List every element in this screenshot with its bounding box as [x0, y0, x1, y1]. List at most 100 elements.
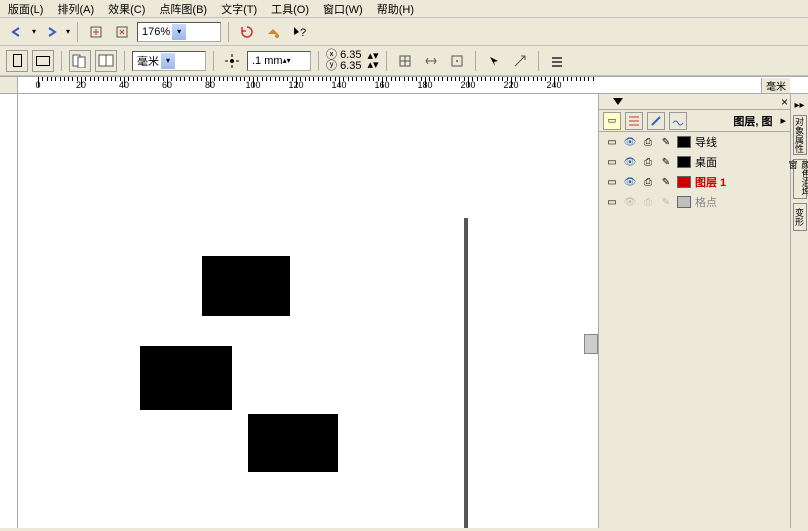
svg-text:?: ?	[300, 27, 306, 39]
unit-value: 毫米	[137, 53, 159, 69]
layer-edit-icon[interactable]	[647, 112, 665, 130]
options-button[interactable]	[546, 50, 568, 72]
fill-button[interactable]	[262, 21, 284, 43]
arrow-icon[interactable]	[483, 50, 505, 72]
layer-list: ▭👁⎙✎导线▭👁⎙✎桌面▭👁⎙✎图层 1▭👁⎙✎格点	[599, 132, 790, 212]
property-bar: 毫米 ▾ .1 mm ▴▾ ⓧ 6.35 ⓨ 6.35 ▴▾▴▾	[0, 46, 808, 76]
page	[18, 214, 464, 528]
canvas[interactable]	[18, 94, 598, 528]
portrait-button[interactable]	[6, 50, 28, 72]
zoom-value: 176%	[142, 26, 170, 38]
snap-guide-icon[interactable]	[420, 50, 442, 72]
export-button[interactable]	[111, 21, 133, 43]
flyout-arrow-icon[interactable]	[613, 98, 623, 105]
menu-bitmap[interactable]: 点阵图(B)	[159, 1, 207, 17]
menu-window[interactable]: 窗口(W)	[323, 1, 363, 17]
menubar: 版面(L) 排列(A) 效果(C) 点阵图(B) 文字(T) 工具(O) 窗口(…	[0, 0, 808, 18]
zoom-combo[interactable]: 176% ▾	[137, 22, 221, 42]
dup-spinners[interactable]: ▴▾▴▾	[367, 52, 378, 70]
eye-icon[interactable]: 👁	[623, 155, 637, 169]
rail-flyout-icon[interactable]: ▸▸	[794, 100, 804, 111]
menu-help[interactable]: 帮助(H)	[377, 1, 414, 17]
layer-color-swatch	[677, 136, 691, 148]
rectangle-shape[interactable]	[140, 346, 232, 410]
eye-icon[interactable]: 👁	[623, 195, 637, 209]
panel-strip: ×	[599, 94, 790, 110]
pages-icon[interactable]	[69, 50, 91, 72]
undo-dropdown-icon[interactable]: ▾	[32, 28, 36, 36]
print-icon[interactable]: ⎙	[641, 135, 655, 149]
refresh-button[interactable]	[236, 21, 258, 43]
pages-all-icon[interactable]	[95, 50, 117, 72]
horizontal-ruler-strip: 毫米 020406080100120140160180200220240	[0, 76, 808, 94]
dockers: × ▭ 图层, 图 ▸ ▭👁⎙✎导线▭👁⎙✎桌面▭👁⎙✎图层 1▭👁⎙✎格点 ▸…	[598, 94, 808, 528]
nudge-icon	[221, 50, 243, 72]
page-icon: ▭	[605, 175, 619, 189]
chevron-down-icon[interactable]: ▾	[161, 53, 175, 69]
panel-menu-icon[interactable]: ▸	[780, 114, 786, 127]
redo-button[interactable]	[40, 21, 62, 43]
layer-view-normal[interactable]: ▭	[603, 112, 621, 130]
panel-title: 图层, 图	[733, 113, 772, 129]
snap-grid-icon[interactable]	[394, 50, 416, 72]
layer-view-list[interactable]	[625, 112, 643, 130]
right-rail: ▸▸ 对象属性 颜色泊坞窗 变形	[790, 94, 808, 528]
ruler-unit-label: 毫米	[761, 78, 790, 93]
eye-icon[interactable]: 👁	[623, 135, 637, 149]
menu-text[interactable]: 文字(T)	[221, 1, 257, 17]
layer-color-swatch	[677, 156, 691, 168]
import-button[interactable]	[85, 21, 107, 43]
standard-toolbar: ▾ ▾ 176% ▾ ?	[0, 18, 808, 46]
help-button[interactable]: ?	[288, 21, 310, 43]
print-icon[interactable]: ⎙	[641, 155, 655, 169]
layer-row[interactable]: ▭ 👁 ⎙ ✎ 桌面	[599, 152, 790, 172]
pencil-icon[interactable]: ✎	[659, 195, 673, 209]
rail-tab-color[interactable]: 颜色泊坞窗	[793, 159, 807, 199]
layers-header: ▭ 图层, 图 ▸	[599, 110, 790, 132]
main-area: × ▭ 图层, 图 ▸ ▭👁⎙✎导线▭👁⎙✎桌面▭👁⎙✎图层 1▭👁⎙✎格点 ▸…	[0, 94, 808, 528]
rail-tab-properties[interactable]: 对象属性	[793, 115, 807, 155]
layer-name: 格点	[695, 194, 717, 210]
close-icon[interactable]: ×	[781, 95, 788, 109]
rail-tab-transform[interactable]: 变形	[793, 203, 807, 231]
chevron-down-icon[interactable]: ▾	[172, 24, 186, 40]
vertical-ruler[interactable]	[0, 94, 18, 528]
layer-row[interactable]: ▭ 👁 ⎙ ✎ 图层 1	[599, 172, 790, 192]
menu-layout[interactable]: 版面(L)	[8, 1, 43, 17]
eye-icon[interactable]: 👁	[623, 175, 637, 189]
pencil-icon[interactable]: ✎	[659, 155, 673, 169]
nudge-input[interactable]: .1 mm ▴▾	[247, 51, 311, 71]
print-icon[interactable]: ⎙	[641, 175, 655, 189]
unit-combo[interactable]: 毫米 ▾	[132, 51, 206, 71]
layer-name: 桌面	[695, 154, 717, 170]
rectangle-shape[interactable]	[202, 256, 290, 316]
menu-tools[interactable]: 工具(O)	[271, 1, 309, 17]
layer-name: 导线	[695, 134, 717, 150]
menu-effects[interactable]: 效果(C)	[108, 1, 145, 17]
snap-object-icon[interactable]	[446, 50, 468, 72]
redo-dropdown-icon[interactable]: ▾	[66, 28, 70, 36]
dy-value: 6.35	[340, 60, 361, 72]
spinner-icon[interactable]: ▴▾	[283, 57, 291, 65]
landscape-button[interactable]	[32, 50, 54, 72]
menu-arrange[interactable]: 排列(A)	[57, 1, 94, 17]
undo-button[interactable]	[6, 21, 28, 43]
page-icon: ▭	[605, 155, 619, 169]
layer-wave-icon[interactable]	[669, 112, 687, 130]
layer-row[interactable]: ▭ 👁 ⎙ ✎ 导线	[599, 132, 790, 152]
dup-offset: ⓧ 6.35 ⓨ 6.35	[326, 50, 361, 72]
pencil-icon[interactable]: ✎	[659, 175, 673, 189]
horizontal-ruler[interactable]: 毫米 020406080100120140160180200220240	[18, 77, 808, 93]
rectangle-shape[interactable]	[248, 414, 338, 472]
layers-panel: × ▭ 图层, 图 ▸ ▭👁⎙✎导线▭👁⎙✎桌面▭👁⎙✎图层 1▭👁⎙✎格点	[599, 94, 790, 528]
pencil-icon[interactable]: ✎	[659, 135, 673, 149]
page-icon: ▭	[605, 135, 619, 149]
print-icon[interactable]: ⎙	[641, 195, 655, 209]
dynamic-guide-icon[interactable]	[509, 50, 531, 72]
layer-color-swatch	[677, 196, 691, 208]
scrollbar-thumb[interactable]	[584, 334, 598, 354]
layer-color-swatch	[677, 176, 691, 188]
layer-name: 图层 1	[695, 174, 726, 190]
dy-label: ⓨ	[326, 60, 337, 72]
layer-row[interactable]: ▭👁⎙✎格点	[599, 192, 790, 212]
